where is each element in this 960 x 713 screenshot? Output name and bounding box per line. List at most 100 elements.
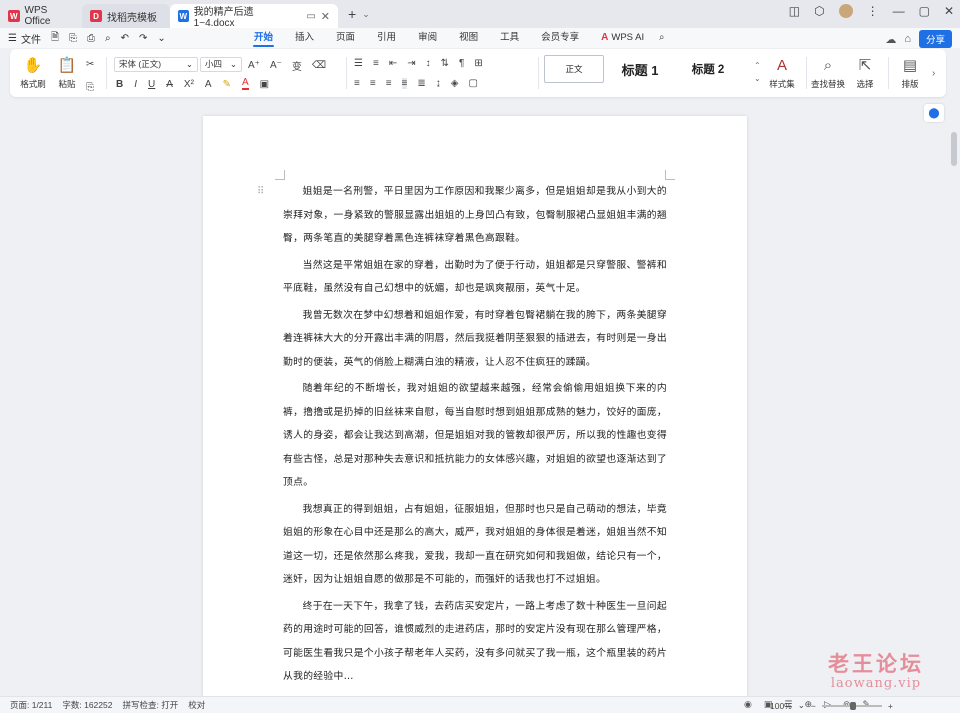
drag-handle-icon[interactable]: ⠿ xyxy=(257,186,264,197)
layout-icon[interactable]: ◫ xyxy=(789,4,800,18)
preview-icon[interactable]: ⌕ xyxy=(105,33,111,44)
border-icon[interactable]: ▢ xyxy=(468,78,477,89)
styles-set-button[interactable]: A 样式集 xyxy=(762,49,802,97)
undo-icon[interactable]: ↶ xyxy=(121,33,129,44)
distribute-icon[interactable]: ≣ xyxy=(417,78,425,89)
tab-home[interactable]: 开始 xyxy=(243,28,284,48)
tab-restore-icon[interactable]: ▭ xyxy=(306,11,315,22)
font-size-select[interactable]: 小四 ⌄ xyxy=(200,57,242,72)
collab-icon[interactable]: ⌂ xyxy=(904,33,911,45)
indent-icon[interactable]: ⇥ xyxy=(407,58,415,69)
chevron-down-icon[interactable]: ⌄ xyxy=(362,9,370,20)
layout-button[interactable]: ▤ 排版 xyxy=(894,49,926,97)
tab-member[interactable]: 会员专享 xyxy=(530,28,590,48)
shrink-font-icon[interactable]: A⁻ xyxy=(270,60,282,71)
show-marks-icon[interactable]: ¶ xyxy=(459,58,464,69)
menu-right: ☁ ⌂ 分享 xyxy=(885,30,952,48)
vertical-scrollbar[interactable] xyxy=(948,100,960,696)
scroll-thumb[interactable] xyxy=(951,132,957,166)
tab-wps-home[interactable]: W WPS Office xyxy=(0,4,82,28)
gallery-scroll[interactable]: ⌃ ⌄ xyxy=(754,59,761,85)
hamburger-icon[interactable]: ☰ xyxy=(8,33,17,44)
text-effect-icon[interactable]: A xyxy=(205,79,212,90)
italic-icon[interactable]: I xyxy=(134,79,137,90)
style-heading-1[interactable]: 标题 1 xyxy=(608,55,672,83)
page-count[interactable]: 页面: 1/211 xyxy=(10,699,52,711)
tab-page[interactable]: 页面 xyxy=(325,28,366,48)
proofread[interactable]: 校对 xyxy=(188,699,205,711)
zoom-in-icon[interactable]: + xyxy=(888,701,893,711)
chevron-up-icon[interactable]: ⌃ xyxy=(754,59,761,72)
document-page[interactable]: ⠿ 姐姐是一名刑警，平日里因为工作原因和我聚少离多，但是姐姐却是我从小到大的崇拜… xyxy=(203,116,747,713)
table-icon[interactable]: ⊞ xyxy=(474,58,482,69)
more-icon[interactable]: ⋮ xyxy=(867,4,879,18)
export-icon[interactable]: ⎘ xyxy=(69,33,77,44)
close-icon[interactable]: ✕ xyxy=(321,10,330,23)
new-tab-icon[interactable]: + xyxy=(348,6,356,22)
char-border-icon[interactable]: ▣ xyxy=(260,79,269,90)
redo-icon[interactable]: ↷ xyxy=(139,33,147,44)
tab-insert[interactable]: 插入 xyxy=(284,28,325,48)
skin-icon[interactable]: ⬡ xyxy=(814,4,824,18)
text-direction-icon[interactable]: ↕ xyxy=(426,58,431,69)
ribbon-expand-icon[interactable]: › xyxy=(932,68,935,79)
eye-icon[interactable]: ◉ xyxy=(744,699,752,710)
style-normal[interactable]: 正文 xyxy=(544,55,604,83)
outdent-icon[interactable]: ⇤ xyxy=(389,58,397,69)
bold-icon[interactable]: B xyxy=(116,79,123,90)
format-painter-button[interactable]: ✋ 格式刷 xyxy=(16,49,50,97)
file-menu[interactable]: 文件 xyxy=(21,31,41,46)
font-name-select[interactable]: 宋体 (正文) ⌄ xyxy=(114,57,198,72)
zoom-out-icon[interactable]: − xyxy=(811,701,816,711)
copy-icon[interactable]: ⎘ xyxy=(86,82,94,93)
strikethrough-icon[interactable]: A xyxy=(166,79,173,90)
word-count[interactable]: 字数: 162252 xyxy=(62,699,112,711)
find-replace-button[interactable]: ⌕ 查找替换 xyxy=(810,49,846,97)
avatar[interactable] xyxy=(838,4,853,18)
numbered-list-icon[interactable]: ≡ xyxy=(373,58,379,69)
align-left-icon[interactable]: ≡ xyxy=(354,78,360,89)
superscript-icon[interactable]: X² xyxy=(184,79,194,90)
chevron-down-icon[interactable]: ⌄ xyxy=(798,700,805,711)
line-spacing-icon[interactable]: ↨ xyxy=(436,78,441,89)
zoom-value[interactable]: 100% xyxy=(770,701,792,711)
align-right-icon[interactable]: ≡ xyxy=(386,78,392,89)
print-icon[interactable]: ⎙ xyxy=(87,33,95,44)
share-button[interactable]: 分享 xyxy=(918,30,952,48)
document-body[interactable]: 姐姐是一名刑警，平日里因为工作原因和我聚少离多，但是姐姐却是我从小到大的崇拜对象… xyxy=(283,180,667,692)
tab-template[interactable]: D 找稻壳模板 xyxy=(82,4,170,28)
wps-ai-button[interactable]: A WPS AI xyxy=(590,28,655,48)
cut-icon[interactable]: ✂ xyxy=(86,59,94,70)
save-icon[interactable]: 🗎 xyxy=(51,30,59,47)
phonetic-icon[interactable]: 变 xyxy=(292,58,302,73)
minimize-icon[interactable]: — xyxy=(893,4,905,18)
spell-check[interactable]: 拼写检查: 打开 xyxy=(122,699,178,711)
zoom-slider[interactable] xyxy=(821,701,882,710)
grow-font-icon[interactable]: A⁺ xyxy=(248,60,260,71)
tab-references[interactable]: 引用 xyxy=(366,28,407,48)
zoom-slider-thumb[interactable] xyxy=(849,701,856,710)
window-close-icon[interactable]: ✕ xyxy=(944,4,954,18)
maximize-icon[interactable]: ▢ xyxy=(919,4,930,18)
style-heading-2[interactable]: 标题 2 xyxy=(676,55,740,83)
location-pin-icon[interactable]: ⬤ xyxy=(924,104,944,122)
tab-tools[interactable]: 工具 xyxy=(489,28,530,48)
justify-icon[interactable]: ≡ xyxy=(401,78,408,89)
font-color-icon[interactable]: A xyxy=(241,78,249,90)
search-icon[interactable]: ⌕ xyxy=(655,28,668,48)
chevron-down-icon[interactable]: ⌄ xyxy=(754,72,761,85)
select-button[interactable]: ⇱ 选择 xyxy=(848,49,882,97)
highlight-icon[interactable]: ✎ xyxy=(223,79,231,90)
paste-button[interactable]: 📋 粘贴 xyxy=(52,49,82,97)
clear-format-icon[interactable]: ⌫ xyxy=(312,60,326,71)
align-center-icon[interactable]: ≡ xyxy=(370,78,376,89)
chevron-down-icon[interactable]: ⌄ xyxy=(157,33,165,44)
tab-active-document[interactable]: W 我的精产后遗1~4.docx ▭ ✕ xyxy=(170,4,338,29)
sort-icon[interactable]: ⇅ xyxy=(441,58,449,69)
shading-icon[interactable]: ◈ xyxy=(451,78,459,89)
tab-view[interactable]: 视图 xyxy=(448,28,489,48)
bullet-list-icon[interactable]: ☰ xyxy=(354,58,363,69)
tab-review[interactable]: 审阅 xyxy=(407,28,448,48)
cloud-icon[interactable]: ☁ xyxy=(885,33,896,46)
underline-icon[interactable]: U xyxy=(148,79,155,90)
